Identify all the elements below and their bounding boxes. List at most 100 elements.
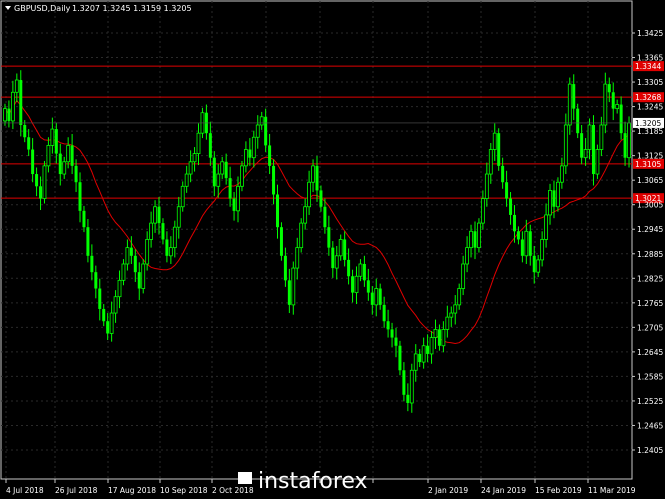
- candle-body-bear: [623, 133, 627, 158]
- candle-body-bull: [220, 161, 225, 175]
- candle-body-bear: [272, 165, 276, 195]
- x-tick-label: 11 Mar 2019: [588, 486, 636, 495]
- candle-body-bear: [27, 137, 31, 150]
- watermark: instaforex: [238, 469, 368, 494]
- candle-body-bear: [516, 231, 520, 240]
- candle-body-bear: [106, 321, 110, 334]
- candle-body-bull: [358, 263, 363, 277]
- candle-body-bear: [347, 259, 351, 277]
- candle-body-bull: [50, 128, 55, 146]
- candle-body-bear: [501, 165, 505, 183]
- candle-body-bear: [378, 288, 382, 305]
- candle-body-bear: [78, 182, 82, 211]
- candle-body-bear: [398, 345, 402, 371]
- candle-body-bull: [236, 185, 240, 212]
- y-tick-label: 1.2405: [637, 446, 663, 455]
- y-tick-label: 1.2825: [637, 274, 663, 283]
- candle-body-bull: [429, 337, 434, 355]
- y-tick-label: 1.2885: [637, 250, 663, 259]
- candle-body-bear: [426, 345, 430, 354]
- candle-body-bear: [509, 198, 513, 215]
- candle-body-bull: [117, 279, 122, 298]
- candle-body-bull: [627, 122, 631, 159]
- candle-body-bear: [82, 210, 86, 228]
- candle-body-bear: [327, 227, 331, 248]
- candle-body-bear: [505, 182, 509, 199]
- candle-body-bull: [196, 132, 201, 155]
- candle-body-bull: [149, 222, 154, 240]
- candle-body-bear: [370, 292, 374, 305]
- candle-body-bear: [552, 190, 556, 207]
- candle-body-bear: [418, 353, 422, 363]
- candle-body-bear: [576, 108, 580, 134]
- candle-body-bull: [595, 149, 600, 175]
- candle-body-bear: [315, 165, 319, 191]
- y-tick-label: 1.3065: [637, 176, 663, 185]
- candle-body-bull: [492, 132, 497, 150]
- chart: 1.33441.32681.31051.3021 1.34251.33651.3…: [0, 0, 665, 499]
- candle-body-bear: [157, 206, 161, 224]
- candle-body-bear: [74, 165, 78, 183]
- candle-body-bull: [603, 83, 608, 126]
- candle-body-bull: [334, 255, 339, 269]
- candle-body-bear: [161, 223, 165, 240]
- candle-body-bull: [469, 230, 473, 249]
- level-label: 1.3344: [635, 62, 661, 71]
- candle-body-bear: [390, 329, 394, 338]
- candle-body-bear: [323, 206, 327, 228]
- y-tick-label: 1.3185: [637, 127, 663, 136]
- x-tick-label: 10 Sep 2018: [160, 486, 208, 495]
- candle-body-bull: [251, 136, 256, 159]
- symbol-title: GBPUSD,Daily: [14, 4, 71, 13]
- candle-body-bull: [421, 345, 426, 363]
- candle-body-bear: [362, 263, 366, 281]
- y-tick-label: 1.3425: [637, 29, 663, 38]
- candle-body-bull: [374, 288, 379, 306]
- candle-body-bear: [7, 108, 11, 121]
- candle-body-bear: [19, 80, 23, 125]
- candle-body-bull: [556, 181, 560, 208]
- x-tick-label: 17 Aug 2018: [108, 486, 156, 495]
- candle-body-bear: [58, 153, 62, 175]
- candle-body-bull: [188, 161, 193, 175]
- candle-body-bull: [244, 149, 248, 167]
- candle-body-bear: [394, 337, 398, 346]
- candle-body-bull: [168, 247, 173, 257]
- candle-body-bear: [90, 255, 94, 273]
- candle-body-bull: [14, 79, 19, 93]
- candle-body-bull: [153, 206, 157, 224]
- candle-body-bear: [572, 84, 576, 109]
- level-label: 1.3105: [635, 160, 661, 169]
- candle-body-bull: [544, 214, 548, 240]
- candle-body-bull: [457, 288, 462, 306]
- candle-body-bull: [441, 328, 446, 347]
- candle-body-bull: [180, 185, 185, 208]
- candle-body-bear: [228, 178, 232, 199]
- y-tick-label: 1.3245: [637, 103, 663, 112]
- y-tick-label: 1.2765: [637, 299, 663, 308]
- candle-body-bear: [248, 149, 252, 158]
- candle-body-bear: [497, 133, 501, 166]
- candle-body-bear: [512, 214, 516, 232]
- candle-body-bear: [279, 227, 283, 256]
- candle-body-bear: [31, 149, 35, 175]
- candle-body-bear: [268, 145, 272, 166]
- candle-body-bull: [413, 353, 418, 371]
- candle-body-bull: [3, 108, 7, 122]
- candle-body-bear: [406, 394, 410, 403]
- candle-body-bear: [580, 133, 584, 158]
- y-tick-label: 1.2525: [637, 397, 663, 406]
- candle-body-bear: [532, 255, 536, 273]
- y-tick-label: 1.3365: [637, 54, 663, 63]
- candle-body-bull: [255, 124, 260, 138]
- candle-body-bull: [299, 222, 304, 249]
- candle-body-bear: [133, 255, 137, 273]
- candle-body-bear: [528, 231, 532, 256]
- candle-body-bull: [295, 247, 300, 269]
- y-tick-label: 1.3305: [637, 78, 663, 87]
- level-label: 1.3268: [635, 93, 661, 102]
- candle-body-bear: [70, 145, 74, 166]
- x-tick-label: 24 Jan 2019: [481, 486, 526, 495]
- candle-body-bear: [224, 161, 228, 179]
- candle-body-bull: [240, 165, 244, 187]
